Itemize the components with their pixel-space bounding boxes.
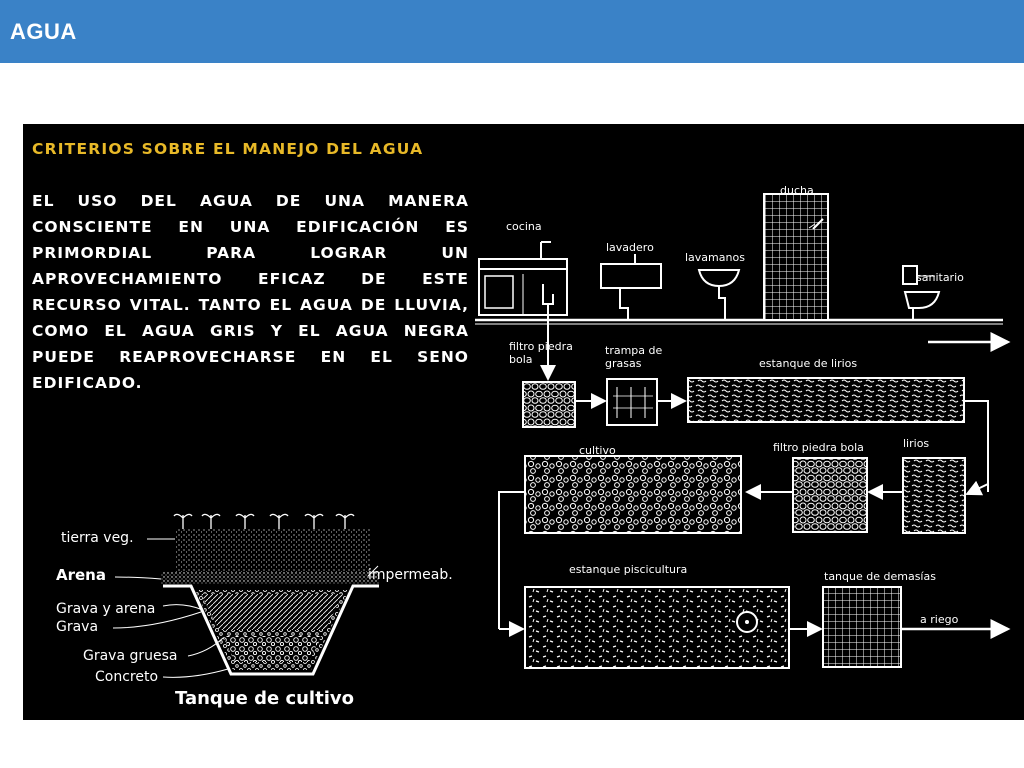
label-demasias: tanque de demasías [824,570,936,583]
laundry-sink-icon [600,254,662,320]
overflow-tank [822,586,902,668]
label-cocina: cocina [506,220,542,233]
label-impermeab: impermeab. [368,567,453,583]
slide-title: AGUA [10,19,77,44]
shower-icon [763,193,829,321]
grease-trap [606,378,658,426]
label-trampa-b: grasas [605,357,642,370]
label-piscicultura: estanque piscicultura [569,563,687,576]
label-estanque-lirios: estanque de lirios [759,357,857,370]
washbasin-icon [697,269,741,320]
label-riego: a riego [920,613,959,626]
sprouts [173,513,355,529]
label-filtro-2: filtro piedra bola [773,441,864,454]
label-tierra: tierra veg. [61,530,134,546]
label-grava-arena: Grava y arena [56,601,155,617]
label-filtro-1b: bola [509,353,533,366]
label-sanitario: sanitario [916,271,964,284]
label-cultivo: cultivo [579,444,616,457]
title-bar: AGUA [0,0,1024,63]
label-ducha: ducha [780,184,814,197]
label-lavamanos: lavamanos [685,251,745,264]
label-concreto: Concreto [95,669,158,685]
content-image: Criterios sobre el manejo del agua El us… [23,124,1024,720]
water-diagrams: cocina lavadero lavamanos ducha sanitari… [56,184,1011,709]
label-trampa-a: trampa de [605,344,662,357]
label-grava: Grava [56,619,98,635]
label-lirios: lirios [903,437,929,450]
lily-pond [687,377,965,423]
stone-filter-1 [522,381,576,428]
label-arena: Arena [56,566,106,584]
label-lavadero: lavadero [606,241,654,254]
lily-box [902,457,966,534]
label-filtro-1a: filtro piedra [509,340,573,353]
label-grava-gruesa: Grava gruesa [83,648,178,664]
section-title: Tanque de cultivo [175,688,354,709]
kitchen-icon [478,241,568,316]
stone-filter-2 [792,457,868,533]
flow-diagram [475,193,1011,669]
crop-bed [524,455,742,534]
